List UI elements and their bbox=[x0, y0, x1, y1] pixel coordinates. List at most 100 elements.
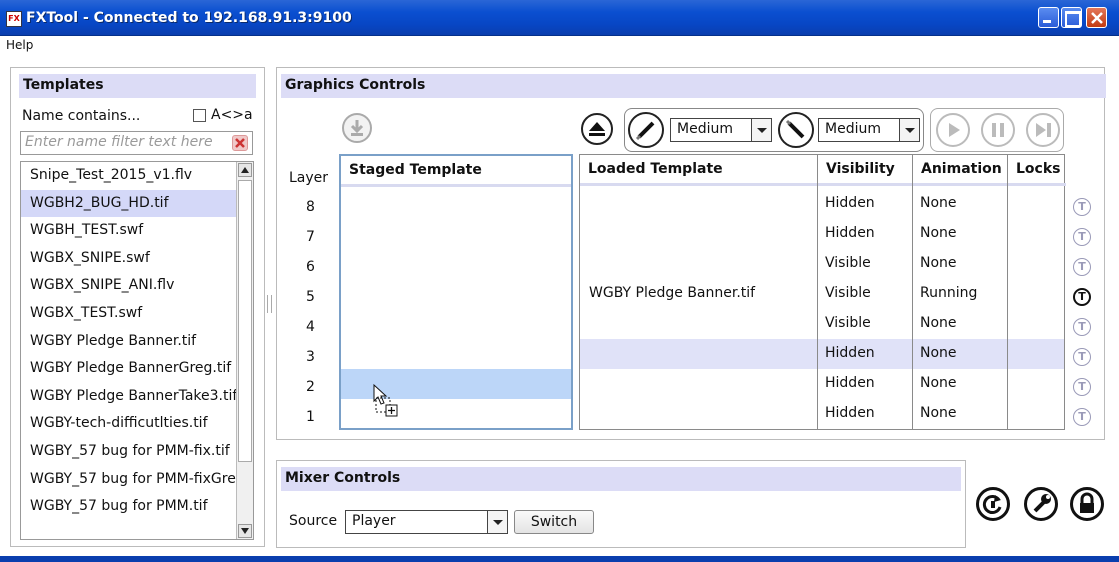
pause-button[interactable] bbox=[981, 113, 1015, 147]
staged-row[interactable] bbox=[341, 309, 571, 339]
minimize-button[interactable] bbox=[1038, 7, 1059, 28]
scroll-down-button[interactable] bbox=[238, 524, 252, 538]
source-value: Player bbox=[352, 513, 396, 529]
staged-row[interactable] bbox=[341, 249, 571, 279]
transition-out-speed-value: Medium bbox=[825, 121, 881, 137]
template-list-item[interactable]: WGBY-tech-difficutlties.tif bbox=[21, 410, 237, 438]
staged-row[interactable] bbox=[341, 219, 571, 249]
layer-animation-cell: None bbox=[920, 255, 957, 271]
eject-glyph-icon bbox=[589, 122, 605, 136]
maximize-button[interactable] bbox=[1061, 7, 1082, 28]
layer-row[interactable]: Visible None bbox=[580, 249, 1064, 279]
scroll-up-button[interactable] bbox=[238, 163, 252, 177]
chevron-down-icon[interactable] bbox=[487, 511, 507, 533]
template-list-item[interactable]: Snipe_Test_2015_v1.flv bbox=[21, 162, 237, 190]
templates-panel: Templates Name contains... A<>a Snipe_Te… bbox=[10, 67, 265, 547]
template-list-item[interactable]: WGBY Pledge BannerTake3.tif bbox=[21, 383, 237, 411]
transition-in-speed-select[interactable]: Medium bbox=[670, 118, 772, 142]
template-list-scrollbar[interactable] bbox=[236, 162, 253, 539]
column-divider bbox=[817, 155, 818, 429]
play-button[interactable] bbox=[936, 113, 970, 147]
load-staged-icon[interactable] bbox=[342, 113, 372, 143]
layer-visibility-cell: Hidden bbox=[825, 225, 875, 241]
play-icon bbox=[949, 123, 960, 137]
refresh-glyph-icon bbox=[982, 495, 1002, 514]
wipe-in-icon[interactable] bbox=[628, 112, 664, 148]
lock-icon[interactable] bbox=[1070, 487, 1104, 521]
close-button[interactable] bbox=[1086, 7, 1107, 28]
pencil-out-icon bbox=[785, 119, 805, 139]
source-label: Source bbox=[289, 513, 338, 529]
layer-animation-cell: Running bbox=[920, 285, 978, 301]
loaded-template-grid[interactable]: Loaded Template Visibility Animation Loc… bbox=[579, 154, 1066, 430]
layer-row[interactable]: Visible None bbox=[580, 309, 1064, 339]
source-select[interactable]: Player bbox=[345, 510, 508, 534]
template-list-item[interactable]: WGBX_SNIPE_ANI.flv bbox=[21, 272, 237, 300]
layer-lock-icon[interactable]: T bbox=[1073, 198, 1091, 216]
staged-row[interactable] bbox=[341, 339, 571, 369]
staged-row[interactable] bbox=[341, 279, 571, 309]
menu-bar: Help bbox=[0, 36, 1119, 56]
menu-help[interactable]: Help bbox=[6, 38, 33, 52]
layer-lock-icon[interactable]: T bbox=[1073, 378, 1091, 396]
template-list-item[interactable]: WGBY Pledge BannerGreg.tif bbox=[21, 355, 237, 383]
step-forward-icon bbox=[1036, 123, 1051, 137]
wrench-icon[interactable] bbox=[1024, 487, 1058, 521]
transition-in-speed-value: Medium bbox=[677, 121, 733, 137]
step-forward-button[interactable] bbox=[1026, 113, 1060, 147]
layer-row[interactable]: Hidden None bbox=[580, 399, 1064, 429]
layer-number: 5 bbox=[306, 289, 315, 305]
layer-row[interactable]: Hidden None bbox=[580, 189, 1064, 219]
app-icon: FX bbox=[6, 11, 22, 27]
template-list-item[interactable]: WGBH2_BUG_HD.tif bbox=[21, 189, 237, 218]
chevron-down-icon[interactable] bbox=[899, 119, 919, 141]
staged-template-header: Staged Template bbox=[341, 156, 571, 187]
mixer-controls-header: Mixer Controls bbox=[281, 467, 961, 491]
title-bar[interactable]: FX FXTool - Connected to 192.168.91.3:91… bbox=[0, 0, 1119, 36]
layer-row[interactable]: Hidden None bbox=[580, 339, 1064, 369]
switch-button[interactable]: Switch bbox=[514, 510, 594, 534]
layer-number: 7 bbox=[306, 229, 315, 245]
layer-number: 2 bbox=[306, 379, 315, 395]
panel-splitter[interactable] bbox=[267, 295, 272, 313]
animation-header: Animation bbox=[913, 155, 1008, 186]
chevron-down-icon[interactable] bbox=[751, 119, 771, 141]
transition-out-speed-select[interactable]: Medium bbox=[818, 118, 920, 142]
template-list[interactable]: Snipe_Test_2015_v1.flv WGBH2_BUG_HD.tif WG… bbox=[20, 161, 254, 540]
template-list-item[interactable]: WGBX_TEST.swf bbox=[21, 300, 237, 328]
template-list-item[interactable]: WGBH_TEST.swf bbox=[21, 217, 237, 245]
templates-header: Templates bbox=[19, 74, 256, 98]
layer-lock-icon[interactable]: T bbox=[1073, 408, 1091, 426]
template-list-item[interactable]: WGBX_SNIPE.swf bbox=[21, 245, 237, 273]
layer-lock-icon[interactable]: T bbox=[1073, 318, 1091, 336]
template-list-item[interactable]: WGBY Pledge Banner.tif bbox=[21, 328, 237, 356]
window-bottom-edge bbox=[0, 556, 1119, 562]
wipe-out-icon[interactable] bbox=[778, 112, 814, 148]
layer-number: 6 bbox=[306, 259, 315, 275]
layer-animation-cell: None bbox=[920, 315, 957, 331]
layer-row[interactable]: WGBY Pledge Banner.tif Visible Running bbox=[580, 279, 1064, 309]
template-list-item[interactable]: WGBY_57 bug for PMM-fix.tif bbox=[21, 438, 237, 466]
layer-row[interactable]: Hidden None bbox=[580, 369, 1064, 399]
download-arrow-icon bbox=[350, 120, 364, 136]
staged-row[interactable] bbox=[341, 189, 571, 219]
refresh-icon[interactable] bbox=[976, 487, 1010, 521]
layer-lock-icon[interactable]: T bbox=[1073, 258, 1091, 276]
clear-filter-icon[interactable] bbox=[232, 135, 248, 151]
arrow-up-icon bbox=[241, 167, 249, 173]
template-list-item[interactable]: WGBY_57 bug for PMM-fixGreg bbox=[21, 466, 237, 494]
layer-lock-icon[interactable]: T bbox=[1073, 288, 1091, 306]
case-sensitive-checkbox[interactable] bbox=[193, 109, 206, 122]
layer-visibility-cell: Visible bbox=[825, 255, 871, 271]
layer-animation-cell: None bbox=[920, 405, 957, 421]
layer-lock-icon[interactable]: T bbox=[1073, 348, 1091, 366]
padlock-glyph-icon bbox=[1080, 492, 1094, 513]
layer-row[interactable]: Hidden None bbox=[580, 219, 1064, 249]
eject-icon[interactable] bbox=[581, 113, 613, 145]
locks-header: Locks bbox=[1008, 155, 1066, 186]
template-list-item[interactable]: WGBY_57 bug for PMM.tif bbox=[21, 493, 237, 521]
layer-number: 8 bbox=[306, 199, 315, 215]
layer-lock-icon[interactable]: T bbox=[1073, 228, 1091, 246]
scroll-thumb[interactable] bbox=[238, 180, 252, 462]
name-filter-input[interactable] bbox=[25, 134, 220, 150]
